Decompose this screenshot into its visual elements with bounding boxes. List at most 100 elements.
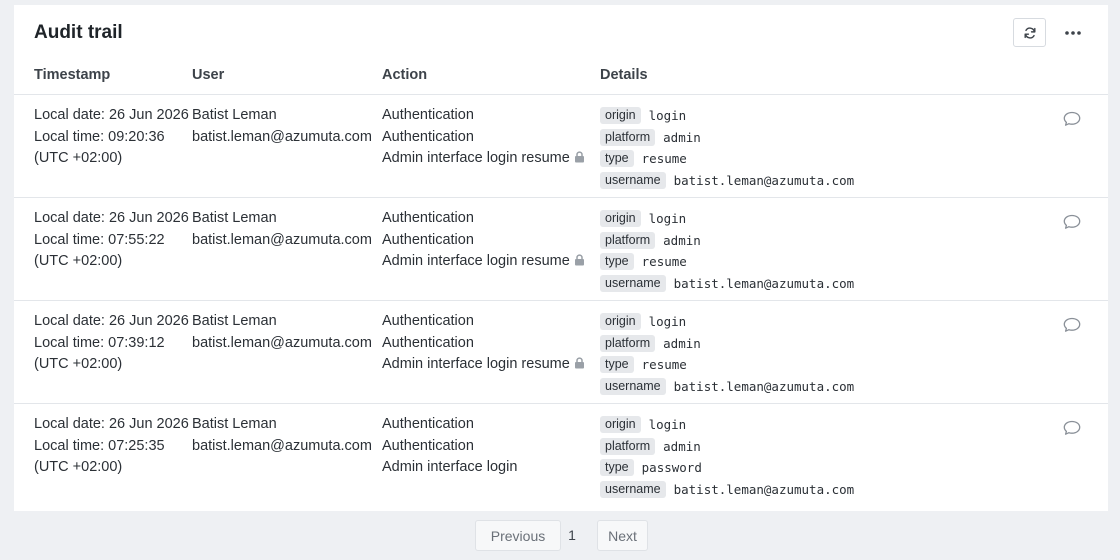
user-name: Batist Leman bbox=[192, 313, 277, 329]
detail-entry: origin login bbox=[600, 105, 854, 127]
table-row: Local date: 26 Jun 2026 Local time: 07:39… bbox=[14, 301, 1108, 404]
action-text: Authentication bbox=[382, 334, 474, 351]
detail-key-badge: username bbox=[600, 274, 666, 292]
timestamp-cell: Local date: 26 Jun 2026 Local time: 07:25… bbox=[34, 414, 189, 479]
more-options-button[interactable] bbox=[1058, 18, 1088, 47]
detail-entry: origin login bbox=[600, 311, 854, 333]
action-text: Authentication bbox=[382, 313, 474, 329]
user-email: batist.leman@azumuta.com bbox=[192, 128, 372, 145]
table-row: Local date: 26 Jun 2026 Local time: 07:25… bbox=[14, 404, 1108, 506]
comment-button[interactable] bbox=[1062, 213, 1082, 231]
detail-key-badge: origin bbox=[600, 107, 641, 125]
detail-entry: type resume bbox=[600, 251, 854, 273]
detail-value: batist.leman@azumuta.com bbox=[673, 275, 855, 291]
detail-key-badge: type bbox=[600, 356, 634, 374]
detail-value: login bbox=[648, 211, 687, 226]
comment-button[interactable] bbox=[1062, 419, 1082, 437]
refresh-button[interactable] bbox=[1013, 18, 1046, 47]
detail-entry: username batist.leman@azumuta.com bbox=[600, 273, 854, 295]
audit-trail-card: Audit trail Timestamp User Action Detail… bbox=[14, 5, 1108, 511]
detail-entry: username batist.leman@azumuta.com bbox=[600, 170, 854, 192]
column-header-details[interactable]: Details bbox=[600, 67, 648, 83]
lock-icon bbox=[574, 254, 584, 266]
column-header-timestamp[interactable]: Timestamp bbox=[34, 67, 110, 83]
action-text: Authentication bbox=[382, 128, 474, 145]
timestamp-line: (UTC +02:00) bbox=[34, 356, 123, 372]
timestamp-line: Local date: 26 Jun 2026 bbox=[34, 313, 189, 329]
detail-entry: username batist.leman@azumuta.com bbox=[600, 479, 854, 501]
detail-entry: type password bbox=[600, 457, 854, 479]
lock-icon bbox=[574, 151, 584, 163]
detail-value: login bbox=[648, 314, 687, 329]
action-cell: Authentication Authentication Admin interf… bbox=[382, 311, 585, 376]
action-line: Authentication bbox=[382, 311, 585, 333]
detail-value: resume bbox=[641, 357, 687, 372]
action-line: Authentication bbox=[382, 127, 585, 149]
comment-icon bbox=[1063, 420, 1081, 435]
card-header: Audit trail bbox=[14, 5, 1108, 63]
detail-entry: origin login bbox=[600, 208, 854, 230]
detail-value: password bbox=[641, 460, 702, 475]
column-header-user[interactable]: User bbox=[192, 67, 224, 83]
user-email: batist.leman@azumuta.com bbox=[192, 334, 372, 351]
detail-value: login bbox=[648, 417, 687, 432]
detail-entry: platform admin bbox=[600, 436, 854, 458]
detail-entry: type resume bbox=[600, 148, 854, 170]
detail-key-badge: username bbox=[600, 171, 666, 189]
action-line: Admin interface login resume bbox=[382, 251, 585, 273]
detail-key-badge: origin bbox=[600, 210, 641, 228]
table-row: Local date: 26 Jun 2026 Local time: 09:20… bbox=[14, 95, 1108, 198]
user-name: Batist Leman bbox=[192, 210, 277, 226]
detail-key-badge: platform bbox=[600, 334, 656, 352]
user-name: Batist Leman bbox=[192, 416, 277, 432]
action-line: Admin interface login bbox=[382, 457, 517, 479]
detail-entry: platform admin bbox=[600, 230, 854, 252]
detail-value: login bbox=[648, 108, 687, 123]
timestamp-cell: Local date: 26 Jun 2026 Local time: 07:55… bbox=[34, 208, 189, 273]
user-cell: Batist Leman batist.leman@azumuta.com bbox=[192, 105, 372, 148]
comment-button[interactable] bbox=[1062, 316, 1082, 334]
action-text: Authentication bbox=[382, 210, 474, 226]
details-cell: origin login platform admin type password user… bbox=[600, 414, 854, 500]
timestamp-line: Local time: 09:20:36 bbox=[34, 128, 165, 145]
action-text: Admin interface login bbox=[382, 459, 518, 475]
detail-entry: username batist.leman@azumuta.com bbox=[600, 376, 854, 398]
timestamp-line: Local time: 07:25:35 bbox=[34, 437, 165, 454]
more-horizontal-icon bbox=[1065, 30, 1081, 35]
detail-key-badge: origin bbox=[600, 313, 641, 331]
table-row: Local date: 26 Jun 2026 Local time: 07:55… bbox=[14, 198, 1108, 301]
timestamp-cell: Local date: 26 Jun 2026 Local time: 09:20… bbox=[34, 105, 189, 170]
action-line: Admin interface login resume bbox=[382, 354, 585, 376]
pagination: Previous 1 Next bbox=[14, 511, 1108, 560]
timestamp-line: Local date: 26 Jun 2026 bbox=[34, 210, 189, 226]
detail-key-badge: origin bbox=[600, 416, 641, 434]
user-email: batist.leman@azumuta.com bbox=[192, 231, 372, 248]
comment-button[interactable] bbox=[1062, 110, 1082, 128]
action-cell: Authentication Authentication Admin interf… bbox=[382, 414, 517, 479]
detail-value: batist.leman@azumuta.com bbox=[673, 378, 855, 394]
timestamp-cell: Local date: 26 Jun 2026 Local time: 07:39… bbox=[34, 311, 189, 376]
detail-key-badge: type bbox=[600, 253, 634, 271]
detail-value: resume bbox=[641, 151, 687, 166]
detail-key-badge: platform bbox=[600, 128, 656, 146]
user-cell: Batist Leman batist.leman@azumuta.com bbox=[192, 414, 372, 457]
detail-value: resume bbox=[641, 254, 687, 269]
action-line: Authentication bbox=[382, 414, 517, 436]
detail-key-badge: username bbox=[600, 377, 666, 395]
detail-entry: platform admin bbox=[600, 127, 854, 149]
details-cell: origin login platform admin type resume userna… bbox=[600, 105, 854, 191]
detail-value: admin bbox=[663, 438, 701, 454]
timestamp-line: (UTC +02:00) bbox=[34, 459, 123, 475]
comment-icon bbox=[1063, 317, 1081, 332]
refresh-icon bbox=[1023, 26, 1036, 39]
detail-value: batist.leman@azumuta.com bbox=[673, 481, 855, 497]
detail-entry: origin login bbox=[600, 414, 854, 436]
action-text: Admin interface login resume bbox=[382, 356, 570, 372]
current-page-number: 1 bbox=[568, 527, 576, 543]
action-text: Admin interface login resume bbox=[382, 150, 570, 166]
column-header-action[interactable]: Action bbox=[382, 67, 427, 83]
action-line: Authentication bbox=[382, 436, 517, 458]
previous-page-button[interactable]: Previous bbox=[475, 520, 561, 551]
next-page-button[interactable]: Next bbox=[597, 520, 648, 551]
action-text: Authentication bbox=[382, 231, 474, 248]
